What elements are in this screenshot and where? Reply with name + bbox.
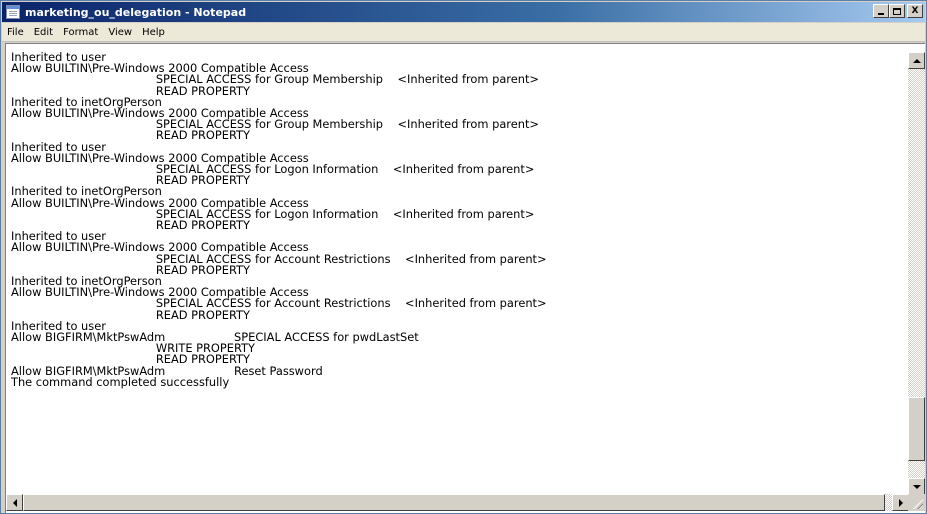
text-editor[interactable]: Inherited to user Allow BUILTIN\Pre-Wind…	[5, 43, 925, 513]
horizontal-scrollbar[interactable]	[6, 494, 909, 511]
window-controls: X	[873, 4, 923, 18]
window-title: marketing_ou_delegation - Notepad	[25, 5, 247, 19]
title-bar[interactable]: marketing_ou_delegation - Notepad X	[2, 2, 925, 22]
scroll-left-button[interactable]	[6, 494, 23, 511]
resize-grip[interactable]	[908, 494, 925, 511]
document-area[interactable]: Inherited to user Allow BUILTIN\Pre-Wind…	[11, 52, 906, 492]
vertical-scroll-thumb[interactable]	[908, 397, 925, 461]
document-text[interactable]: Inherited to user Allow BUILTIN\Pre-Wind…	[11, 52, 906, 388]
menu-help[interactable]: Help	[137, 27, 170, 38]
arrow-down-icon	[912, 484, 921, 489]
notepad-icon[interactable]	[6, 5, 20, 19]
menu-format[interactable]: Format	[58, 27, 103, 38]
vertical-scrollbar[interactable]	[908, 52, 925, 495]
scroll-up-button[interactable]	[908, 52, 925, 69]
maximize-icon	[893, 7, 901, 15]
arrow-left-icon	[12, 498, 17, 507]
menu-bar: File Edit Format View Help	[2, 23, 925, 42]
close-icon: X	[911, 5, 919, 16]
arrow-up-icon	[912, 58, 921, 63]
menu-edit[interactable]: Edit	[29, 27, 58, 38]
close-button[interactable]: X	[907, 4, 923, 18]
minimize-button[interactable]	[873, 4, 889, 18]
menu-view[interactable]: View	[103, 27, 137, 38]
horizontal-scroll-thumb[interactable]	[23, 494, 885, 511]
menu-file[interactable]: File	[2, 27, 29, 38]
notepad-window: marketing_ou_delegation - Notepad X File…	[0, 0, 927, 514]
minimize-icon	[878, 13, 884, 15]
scroll-right-button[interactable]	[892, 494, 909, 511]
arrow-right-icon	[898, 498, 903, 507]
scroll-down-button[interactable]	[908, 478, 925, 495]
maximize-button[interactable]	[889, 4, 905, 18]
